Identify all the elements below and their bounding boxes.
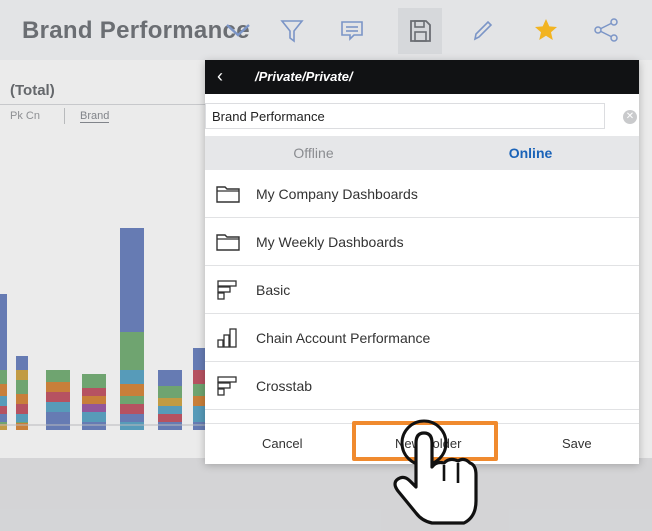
top-toolbar: Brand Performance <box>0 0 652 60</box>
list-item-label: Chain Account Performance <box>256 330 431 346</box>
folder-icon <box>215 231 241 253</box>
filter-icon[interactable] <box>276 14 308 46</box>
list-item-chain-account-performance[interactable]: Chain Account Performance <box>205 314 639 362</box>
save-button[interactable]: Save <box>562 436 592 451</box>
list-item-label: Crosstab <box>256 378 313 394</box>
list-item-label: My Company Dashboards <box>256 186 418 202</box>
report-icon <box>215 279 241 301</box>
comment-icon[interactable] <box>336 14 368 46</box>
list-item-my-weekly-dashboards[interactable]: My Weekly Dashboards <box>205 218 639 266</box>
clear-icon[interactable]: ✕ <box>623 110 637 124</box>
list-item-basic[interactable]: Basic <box>205 266 639 314</box>
tab-online[interactable]: Online <box>422 136 639 170</box>
chevron-down-icon[interactable] <box>222 14 254 46</box>
list-item-crosstab[interactable]: Crosstab <box>205 362 639 410</box>
cancel-button[interactable]: Cancel <box>262 436 302 451</box>
report-icon <box>215 375 241 397</box>
folder-path: /Private/Private/ <box>255 69 353 84</box>
dashboard-name-input[interactable] <box>205 103 605 129</box>
list-item-label: Basic <box>256 282 291 298</box>
mode-tabs: Offline Online <box>205 136 639 170</box>
bar-chart-icon <box>215 327 241 349</box>
hand-pointer-icon <box>393 419 478 525</box>
save-icon[interactable] <box>398 8 442 54</box>
back-chevron-icon[interactable]: ‹ <box>217 66 223 87</box>
save-dialog: ‹ /Private/Private/ ✕ Offline Online My … <box>205 60 639 464</box>
share-icon[interactable] <box>590 14 622 46</box>
folder-icon <box>215 183 241 205</box>
list-item-my-company-dashboards[interactable]: My Company Dashboards <box>205 170 639 218</box>
dialog-header: ‹ /Private/Private/ <box>205 60 639 94</box>
tab-offline[interactable]: Offline <box>205 136 422 170</box>
edit-icon[interactable] <box>466 14 498 46</box>
star-icon[interactable] <box>530 14 562 46</box>
list-item-label: My Weekly Dashboards <box>256 234 404 250</box>
dashboard-title[interactable]: Brand Performance <box>22 17 250 45</box>
